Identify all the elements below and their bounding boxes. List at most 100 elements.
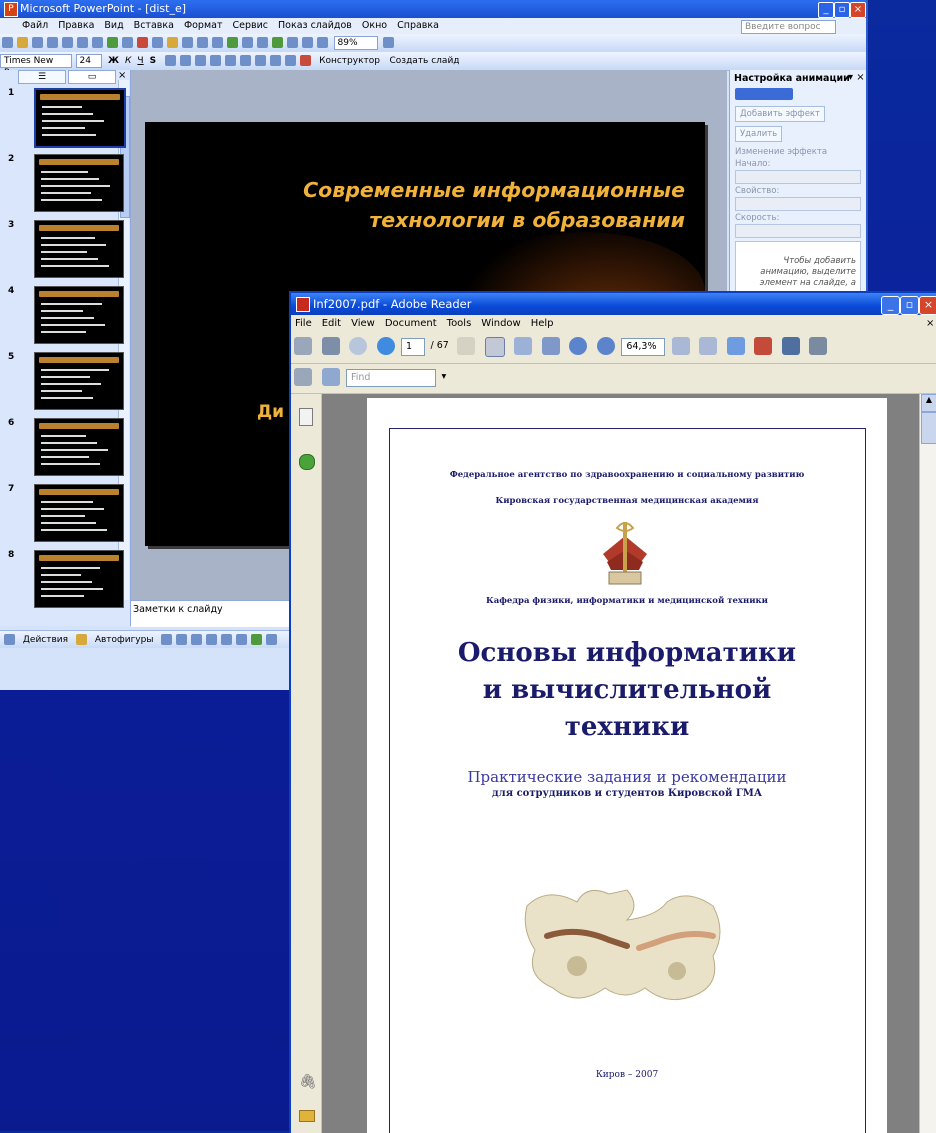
reader-maximize-button[interactable]: ▫ <box>900 296 919 315</box>
print-icon[interactable] <box>77 37 88 48</box>
ppt-maximize-button[interactable]: ▫ <box>834 2 850 18</box>
insert-table-icon[interactable] <box>242 37 253 48</box>
color-grayscale-icon[interactable] <box>317 37 328 48</box>
email-icon[interactable] <box>321 337 340 355</box>
menu-format[interactable]: Формат <box>179 18 228 31</box>
document-view[interactable]: Федеральное агентство по здравоохранению… <box>322 394 919 1133</box>
slide-thumbnail[interactable] <box>34 88 126 148</box>
zoom-select[interactable]: 89% <box>333 36 378 50</box>
decrease-indent-icon[interactable] <box>269 55 281 66</box>
permission-icon[interactable] <box>47 37 58 48</box>
menu-insert[interactable]: Вставка <box>129 18 179 31</box>
spelling-icon[interactable] <box>107 37 118 48</box>
slide-title-line2[interactable]: технологии в образовании <box>185 208 685 232</box>
adobe-online-icon[interactable] <box>754 337 773 355</box>
print-icon[interactable] <box>294 337 312 355</box>
reader-minimize-button[interactable]: _ <box>881 296 900 315</box>
fit-width-icon[interactable] <box>726 337 745 355</box>
reader-doc-close-icon[interactable]: × <box>921 315 936 329</box>
increase-indent-icon[interactable] <box>284 55 296 66</box>
slide-title-line1[interactable]: Современные информационные <box>185 178 685 202</box>
page-number-input[interactable]: 1 <box>401 338 425 356</box>
rectangle-tool-icon[interactable] <box>191 634 203 645</box>
remove-effect-button[interactable]: Удалить <box>735 126 783 142</box>
adobe-reader-window[interactable]: Inf2007.pdf - Adobe Reader _ ▫ × File Edi… <box>289 291 936 1133</box>
speed-select[interactable] <box>735 224 861 238</box>
slide-subtitle[interactable]: Ди <box>257 402 284 422</box>
new-icon[interactable] <box>2 37 13 48</box>
menu-edit[interactable]: Правка <box>53 18 99 31</box>
menu-window[interactable]: Окно <box>357 18 392 31</box>
reader-menu-file[interactable]: File <box>291 315 317 329</box>
zoom-in-icon[interactable] <box>596 337 615 355</box>
reader-close-button[interactable]: × <box>919 296 936 315</box>
reader-titlebar[interactable]: Inf2007.pdf - Adobe Reader _ ▫ × <box>291 293 936 315</box>
zoom-input[interactable]: 64,3% <box>621 338 666 356</box>
reader-menu-document[interactable]: Document <box>380 315 442 329</box>
clipart-tool-icon[interactable] <box>266 634 278 645</box>
scroll-thumb[interactable] <box>921 412 936 444</box>
taskpane-close-icon[interactable]: ▾ × <box>848 72 865 83</box>
research-icon[interactable] <box>122 37 133 48</box>
align-right-icon[interactable] <box>194 55 206 66</box>
oval-tool-icon[interactable] <box>206 634 218 645</box>
attachments-icon[interactable]: 🖇 <box>299 1074 317 1090</box>
ppt-close-button[interactable]: × <box>850 2 866 18</box>
font-color-icon[interactable] <box>299 55 311 66</box>
how-to-icon[interactable] <box>299 454 315 470</box>
shadow-button[interactable]: S <box>147 56 159 66</box>
grid-icon[interactable] <box>302 37 313 48</box>
hand-tool-icon[interactable] <box>484 337 505 357</box>
zoom-tool-icon[interactable] <box>541 337 560 355</box>
menu-file[interactable]: Файл <box>0 18 53 31</box>
bold-button[interactable]: Ж <box>105 56 122 66</box>
save-icon[interactable] <box>32 37 43 48</box>
select-objects-icon[interactable] <box>75 634 87 645</box>
reader-menu-window[interactable]: Window <box>476 315 525 329</box>
insert-picture-icon[interactable] <box>272 37 283 48</box>
menu-help[interactable]: Справка <box>392 18 444 31</box>
powerpoint-app-icon[interactable]: P <box>4 2 18 17</box>
cut-icon[interactable] <box>137 37 148 48</box>
ppt-minimize-button[interactable]: _ <box>818 2 834 18</box>
align-left-icon[interactable] <box>164 55 176 66</box>
save-copy-icon[interactable] <box>294 368 312 386</box>
redo-icon[interactable] <box>212 37 223 48</box>
insert-chart-icon[interactable] <box>227 37 238 48</box>
slides-tab[interactable]: ▭ <box>68 70 116 84</box>
bullets-icon[interactable] <box>224 55 236 66</box>
previous-page-icon[interactable] <box>349 337 367 355</box>
slide-thumbnail[interactable] <box>34 286 124 344</box>
slide-thumbnail[interactable] <box>34 154 124 212</box>
find-dropdown-icon[interactable]: ▾ <box>440 371 449 382</box>
menu-tools[interactable]: Сервис <box>227 18 273 31</box>
email-icon[interactable] <box>62 37 73 48</box>
menu-view[interactable]: Вид <box>99 18 128 31</box>
font-size-select[interactable]: 24 <box>75 54 102 68</box>
slide-thumbnail[interactable] <box>34 220 124 278</box>
help-question-input[interactable]: Введите вопрос <box>741 20 836 34</box>
actions-menu[interactable]: Действия <box>20 635 71 645</box>
open-icon[interactable] <box>17 37 28 48</box>
paste-icon[interactable] <box>167 37 178 48</box>
decrease-font-icon[interactable] <box>254 55 266 66</box>
start-select[interactable] <box>735 170 861 184</box>
scroll-up-icon[interactable]: ▲ <box>921 394 936 412</box>
property-select[interactable] <box>735 197 861 211</box>
autoshapes-menu[interactable]: Автофигуры <box>92 635 157 645</box>
undo-icon[interactable] <box>197 37 208 48</box>
tables-borders-icon[interactable] <box>257 37 268 48</box>
copy-icon[interactable] <box>152 37 163 48</box>
zoom-out-icon[interactable] <box>569 337 588 355</box>
reader-vertical-scrollbar[interactable]: ▲ <box>919 394 936 1133</box>
align-center-icon[interactable] <box>179 55 191 66</box>
outline-tab[interactable]: ☰ <box>18 70 66 84</box>
view-normal-icon[interactable] <box>4 634 15 645</box>
arrow-tool-icon[interactable] <box>176 634 188 645</box>
line-tool-icon[interactable] <box>161 634 173 645</box>
slide-thumbnail[interactable] <box>34 550 124 608</box>
fit-page-icon[interactable] <box>699 337 718 355</box>
designer-button[interactable]: Конструктор <box>316 56 383 66</box>
reader-menu-view[interactable]: View <box>346 315 380 329</box>
pages-panel-icon[interactable] <box>299 408 313 426</box>
